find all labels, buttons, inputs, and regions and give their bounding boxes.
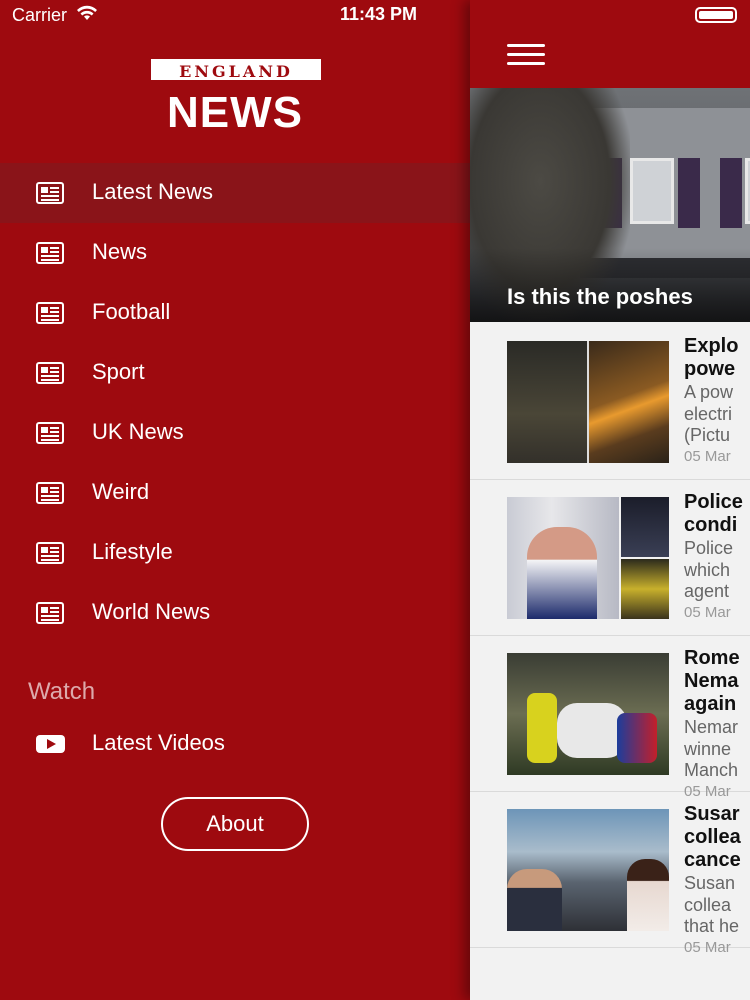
menu-item-label: Lifestyle [92,539,173,564]
news-feed-panel[interactable]: Is this the poshes Explo powe A pow electri… [470,0,750,1000]
hero-caption: Is this the poshes [507,284,693,309]
article-title: Nema [684,670,739,692]
newspaper-icon [36,302,64,324]
article-snippet: collea [684,894,732,915]
app-logo-england: ENGLAND [151,59,321,81]
article-snippet: that he [684,916,740,936]
article-snippet: which [684,559,731,580]
article-title: collea [684,826,741,848]
article-card[interactable]: Susar collea cance Susan collea that he 05 Mar [470,791,750,956]
article-card[interactable]: Explo powe A pow electri (Pictu 05 Mar [470,323,750,480]
drawer-menu: Latest News News Football Sport UK News Weird… [0,163,470,643]
menu-item-news[interactable]: News [0,223,470,283]
article-thumbnail [507,809,669,931]
menu-item-football[interactable]: Football [0,283,470,343]
menu-item-uk-news[interactable]: UK News [0,403,470,463]
article-title: cance [684,849,741,871]
article-title: Police [684,491,743,513]
menu-item-lifestyle[interactable]: Lifestyle [0,523,470,583]
newspaper-icon [36,362,64,384]
menu-item-label: News [92,239,148,264]
newspaper-icon [36,422,64,444]
hero-article[interactable]: Is this the poshes [470,88,750,322]
article-thumbnail [507,497,669,619]
menu-item-label: Latest News [92,179,214,204]
menu-item-label: UK News [92,419,184,444]
menu-item-latest-videos[interactable]: Latest Videos [0,714,470,774]
article-title: again [684,693,737,715]
menu-item-label: Sport [92,359,145,384]
article-title: Explo [684,335,739,357]
article-thumbnail [507,653,669,775]
menu-item-label: Football [92,299,171,324]
article-title: condi [684,514,738,536]
article-title: powe [684,358,736,380]
article-date: 05 Mar [684,447,731,465]
app-logo-news: NEWS [167,88,303,137]
article-date: 05 Mar [684,603,731,621]
side-drawer: Carrier ENGLAND NEWS Latest News News Foot… [0,0,470,1000]
article-date: 05 Mar [684,938,731,956]
article-snippet: Manch [684,760,739,780]
youtube-icon [36,735,65,753]
article-card[interactable]: Rome Nema again Nemar winne Manch 05 Mar [470,635,750,800]
menu-item-label: World News [92,599,211,624]
menu-item-weird[interactable]: Weird [0,463,470,523]
menu-item-sport[interactable]: Sport [0,343,470,403]
newspaper-icon [36,542,64,564]
article-snippet: Nemar [684,717,739,737]
battery-icon [695,7,737,23]
article-snippet: Police [684,538,734,558]
article-snippet: (Pictu [684,425,731,445]
about-button[interactable]: About [161,797,309,851]
newspaper-icon [36,182,64,204]
top-nav-bar [470,0,750,88]
newspaper-icon [36,242,64,264]
article-thumbnail [507,341,669,463]
article-card[interactable]: Police condi Police which agent 05 Mar [470,479,750,636]
newspaper-icon [36,602,64,624]
article-snippet: agent [684,581,730,601]
article-snippet: electri [684,403,733,424]
article-title: Susar [684,803,740,825]
menu-item-label: Latest Videos [92,730,225,755]
watch-heading: Watch [28,678,96,705]
article-snippet: Susan [684,873,736,893]
menu-item-world-news[interactable]: World News [0,583,470,643]
menu-item-label: Weird [92,479,150,504]
article-snippet: A pow [684,382,734,402]
hamburger-menu-icon[interactable] [507,44,545,68]
newspaper-icon [36,482,64,504]
article-title: Rome [684,647,740,669]
menu-item-latest-news[interactable]: Latest News [0,163,470,223]
article-snippet: winne [684,738,732,759]
